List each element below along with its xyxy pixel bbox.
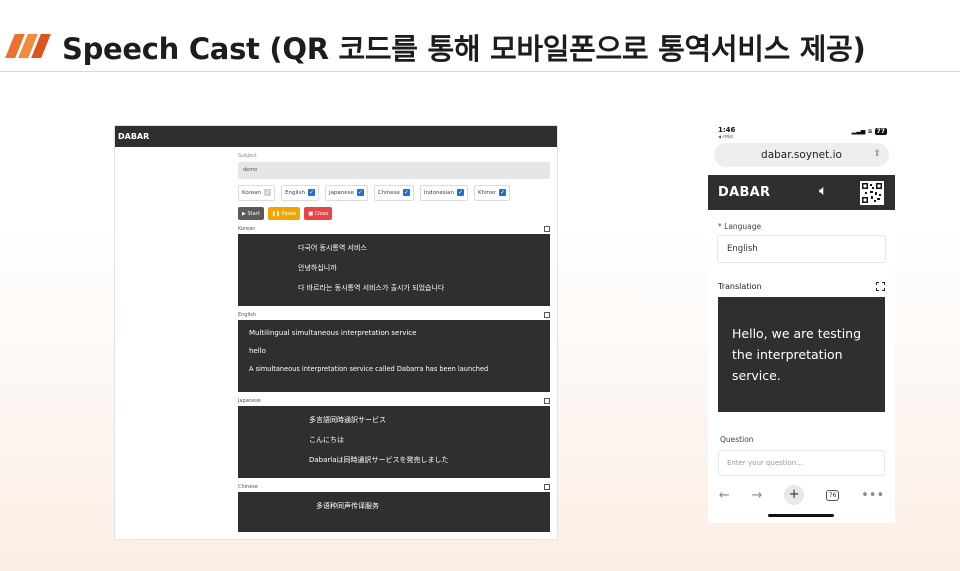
expand-icon[interactable] xyxy=(544,484,550,490)
forward-arrow-icon[interactable]: → xyxy=(751,488,762,503)
language-label: English xyxy=(285,190,305,196)
stop-icon: ■ xyxy=(308,211,314,217)
start-button-label: Start xyxy=(247,211,260,217)
more-icon[interactable]: ••• xyxy=(861,488,884,503)
language-checkbox-indonesian[interactable]: Indonesian ✓ xyxy=(419,185,469,201)
expand-icon[interactable] xyxy=(544,312,550,318)
qr-code-icon[interactable] xyxy=(860,181,884,205)
browser-toolbar: ← → + 76 ••• xyxy=(708,480,895,510)
transcript-line: 多语种同声传译服务 xyxy=(316,502,379,510)
checkbox-checked-icon[interactable]: ✓ xyxy=(402,189,410,196)
question-input[interactable]: Enter your question... xyxy=(718,450,885,476)
close-button[interactable]: ■ Close xyxy=(304,207,333,220)
section-header-chinese: Chinese xyxy=(238,484,550,490)
checkbox-checked-icon[interactable]: ✓ xyxy=(307,189,315,196)
english-transcript-panel: Multilingual simultaneous interpretation… xyxy=(238,320,550,392)
close-button-label: Close xyxy=(314,211,329,217)
start-button[interactable]: ▶ Start xyxy=(238,207,264,220)
subject-label: Subject xyxy=(238,153,257,159)
wifi-icon: ≋ xyxy=(867,128,873,135)
slide-header: Speech Cast (QR 코드를 통해 모바일폰으로 통역서비스 제공) xyxy=(0,0,960,72)
expand-icon[interactable] xyxy=(544,398,550,404)
checkbox-unchecked-icon[interactable]: ✓ xyxy=(264,189,272,196)
status-bar: 1:46 ◀ 카메라 ▂▃▅ ≋ 77 xyxy=(708,121,895,143)
language-checkbox-japanese[interactable]: Japanese ✓ xyxy=(324,185,368,201)
translation-label: Translation xyxy=(718,282,762,291)
section-header-english: English xyxy=(238,312,550,318)
browser-url-bar[interactable]: dabar.soynet.io ⇪ xyxy=(714,143,889,167)
language-select[interactable]: English xyxy=(717,235,886,263)
transcript-line: Multilingual simultaneous interpretation… xyxy=(249,329,417,337)
signal-icon: ▂▃▅ xyxy=(851,128,866,135)
language-label: Khmer xyxy=(478,190,497,196)
tabs-count-button[interactable]: 76 xyxy=(825,489,840,501)
pause-button-label: Pause xyxy=(281,211,297,217)
transcript-line: 다 바르라는 동시통역 서비스가 출시가 되었습니다 xyxy=(298,284,445,292)
language-label: Japanese xyxy=(328,190,354,196)
back-arrow-icon[interactable]: ← xyxy=(719,488,730,503)
brand-logo-icon xyxy=(4,34,51,58)
desktop-main-panel: Subject demo Korean ✓ English ✓ Japanese… xyxy=(238,147,550,532)
transcript-line: A simultaneous interpretation service ca… xyxy=(249,365,489,373)
transcript-line: 多言語同時通訳サービス xyxy=(309,416,386,424)
slide-title: Speech Cast (QR 코드를 통해 모바일폰으로 통역서비스 제공) xyxy=(62,32,866,66)
language-checkbox-english[interactable]: English ✓ xyxy=(281,185,319,201)
korean-transcript-panel: 다국어 동시통역 서비스 안녕하십니까 다 바르라는 동시통역 서비스가 출시가… xyxy=(238,234,550,306)
section-label: Japanese xyxy=(238,398,261,404)
home-indicator xyxy=(768,514,834,517)
desktop-app-title: DABAR xyxy=(118,132,150,141)
language-label: Indonesian xyxy=(423,190,455,196)
play-icon: ▶ xyxy=(242,211,246,217)
transcript-line: Dabarlaは同時通訳サービスを発売しました xyxy=(309,456,449,464)
section-header-korean: Korean xyxy=(238,226,550,232)
checkbox-checked-icon[interactable]: ✓ xyxy=(356,189,364,196)
chinese-transcript-panel: 多语种同声传译服务 xyxy=(238,492,550,532)
section-label: English xyxy=(238,312,257,318)
control-buttons: ▶ Start ❚❚ Pause ■ Close xyxy=(238,207,550,220)
status-time: 1:46 xyxy=(718,126,736,134)
transcript-line: hello xyxy=(249,347,266,355)
transcript-line: こんにちは xyxy=(309,436,344,444)
mobile-app-title: DABAR xyxy=(718,185,771,200)
status-icons: ▂▃▅ ≋ 77 xyxy=(852,128,887,135)
share-icon[interactable]: ⇪ xyxy=(873,149,881,159)
checkbox-checked-icon[interactable]: ✓ xyxy=(499,189,507,196)
language-label: Chinese xyxy=(377,190,400,196)
mobile-app-bar: DABAR 🔈︎ xyxy=(708,175,895,210)
question-label: Question xyxy=(720,435,754,444)
translation-header: Translation xyxy=(718,282,885,291)
pause-button[interactable]: ❚❚ Pause xyxy=(267,207,301,220)
transcript-line: 다국어 동시통역 서비스 xyxy=(298,244,367,252)
pause-icon: ❚❚ xyxy=(271,211,281,217)
battery-icon: 77 xyxy=(874,128,887,135)
desktop-app-bar: DABAR xyxy=(115,126,557,147)
section-label: Korean xyxy=(238,226,256,232)
translation-panel: Hello, we are testing the interpretation… xyxy=(718,297,885,412)
url-text: dabar.soynet.io xyxy=(761,149,842,161)
section-header-japanese: Japanese xyxy=(238,398,550,404)
expand-icon[interactable] xyxy=(876,282,885,291)
language-checkbox-khmer[interactable]: Khmer ✓ xyxy=(474,185,511,201)
subject-input[interactable]: demo xyxy=(238,162,550,179)
language-label: * Language xyxy=(718,222,762,231)
transcript-line: 안녕하십니까 xyxy=(298,264,337,272)
section-label: Chinese xyxy=(238,484,258,490)
japanese-transcript-panel: 多言語同時通訳サービス こんにちは Dabarlaは同時通訳サービスを発売しまし… xyxy=(238,406,550,478)
speaker-icon[interactable]: 🔈︎ xyxy=(819,183,827,199)
new-tab-plus-icon[interactable]: + xyxy=(784,485,805,505)
language-checkbox-korean[interactable]: Korean ✓ xyxy=(238,185,276,201)
language-checkbox-group: Korean ✓ English ✓ Japanese ✓ Chinese ✓ … xyxy=(238,185,550,201)
checkbox-checked-icon[interactable]: ✓ xyxy=(457,189,465,196)
language-label: Korean xyxy=(242,190,262,196)
desktop-app-screenshot: DABAR Subject demo Korean ✓ English ✓ Ja… xyxy=(114,125,558,540)
language-checkbox-chinese[interactable]: Chinese ✓ xyxy=(373,185,414,201)
mobile-app-screenshot: 1:46 ◀ 카메라 ▂▃▅ ≋ 77 dabar.soynet.io ⇪ DA… xyxy=(708,121,895,523)
expand-icon[interactable] xyxy=(544,226,550,232)
